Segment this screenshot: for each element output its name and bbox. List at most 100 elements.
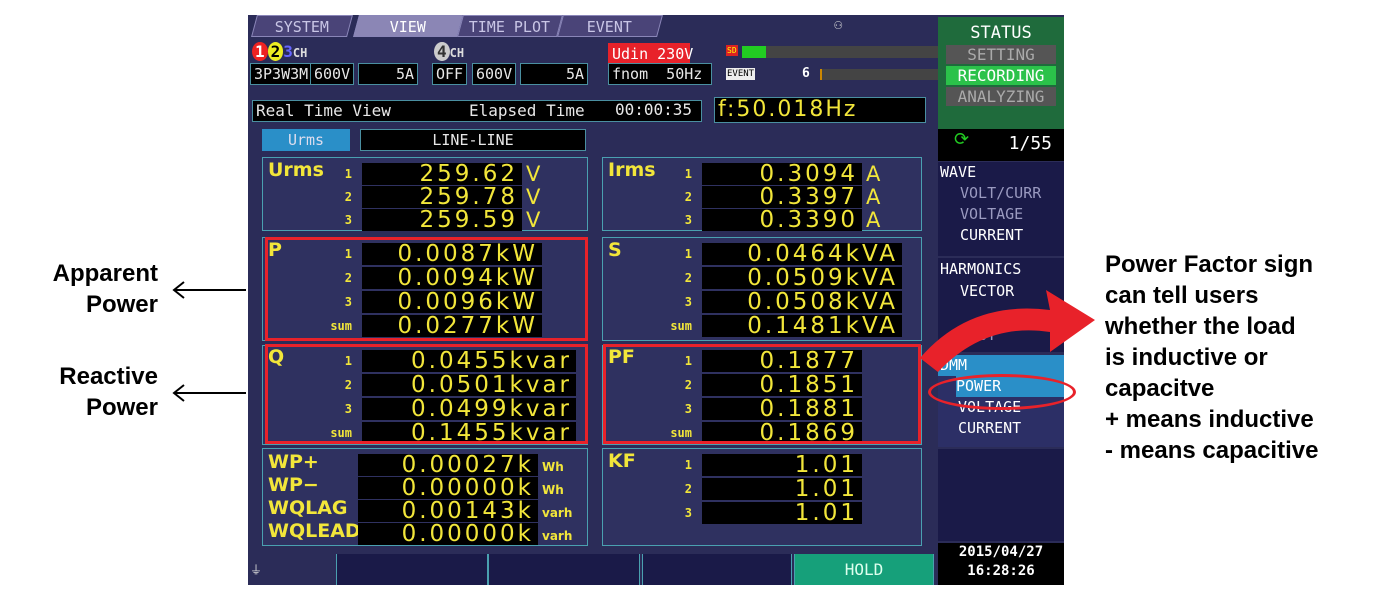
annotation-line: Power: [85, 291, 158, 318]
energy-unit: varh: [542, 529, 573, 543]
sidebar-item-current[interactable]: CURRENT: [940, 225, 1064, 246]
hold-button[interactable]: HOLD: [794, 554, 934, 585]
annotation-line: capacitve: [1105, 375, 1215, 402]
phase-label: 2: [684, 482, 692, 496]
phase-label: 1: [684, 458, 692, 472]
sd-card-icon: SD: [726, 45, 738, 56]
fnom-value[interactable]: fnom 50Hz: [608, 63, 712, 85]
annotation-line: Reactive: [59, 363, 158, 390]
value-cell: 0.1481kVA: [702, 315, 902, 338]
sidebar-item-voltage[interactable]: VOLTAGE: [940, 204, 1064, 225]
function-key-3[interactable]: [642, 554, 792, 585]
phase-label: 2: [684, 271, 692, 285]
s-label: S: [608, 239, 622, 261]
tab-system[interactable]: SYSTEM: [251, 15, 353, 37]
ch4-wiring[interactable]: OFF: [432, 63, 468, 85]
highlight-q-box: [265, 344, 588, 444]
datetime: 2015/04/27 16:28:26: [938, 543, 1064, 585]
wave-heading: WAVE: [940, 163, 977, 181]
phase-label: 2: [344, 190, 352, 204]
ch123-voltage-range[interactable]: 600V: [310, 63, 355, 85]
value-cell: 0.0509kVA: [702, 267, 902, 290]
value-cell: 1.01: [702, 478, 862, 501]
value-cell: 0.3390: [702, 209, 862, 232]
event-count: 6: [802, 66, 810, 81]
energy-value: 0.00000k: [358, 477, 538, 500]
phase-label: 1: [684, 247, 692, 261]
irms-label: Irms: [608, 159, 656, 181]
apparent-power-annotation: Apparent Power: [30, 258, 158, 320]
status-panel: STATUS SETTING RECORDING ANALYZING: [938, 17, 1064, 129]
function-key-1[interactable]: [336, 554, 488, 585]
energy-label: WP−: [268, 474, 319, 496]
phase-label: 3: [684, 213, 692, 227]
energy-value: 0.00000k: [358, 523, 538, 546]
udin-value[interactable]: Udin 230V: [608, 43, 693, 65]
sd-usage-bar: [742, 46, 938, 58]
urms-button[interactable]: Urms: [262, 129, 350, 151]
power-plug-icon: ⏚: [250, 563, 263, 577]
phase-label: 1: [684, 167, 692, 181]
ch123-current-range[interactable]: 5A: [358, 63, 418, 85]
connection-mode[interactable]: LINE-LINE: [360, 129, 586, 151]
energy-value: 0.00143k: [358, 500, 538, 523]
annotation-line: Power: [85, 394, 158, 421]
phase-label: 2: [684, 190, 692, 204]
tab-event[interactable]: EVENT: [557, 15, 663, 37]
event-badge: EVENT: [726, 68, 756, 80]
sidebar-empty: [938, 449, 1064, 541]
elapsed-time: 00:00:35: [615, 100, 693, 119]
tab-view[interactable]: VIEW: [353, 15, 463, 37]
sidebar-item-dmm-current[interactable]: CURRENT: [938, 418, 1064, 439]
date: 2015/04/27: [958, 544, 1044, 560]
ch4-voltage-range[interactable]: 600V: [472, 63, 517, 85]
unit-label: V: [526, 208, 543, 232]
value-cell: 1.01: [702, 454, 862, 477]
phase-label: 1: [344, 167, 352, 181]
value-cell: 0.3094: [702, 163, 862, 186]
page-indicator[interactable]: ⟳ 1/55: [938, 129, 1064, 161]
annotation-line: whether the load: [1105, 313, 1296, 340]
sidebar-wave-group: WAVE VOLT/CURR VOLTAGE CURRENT: [938, 162, 1064, 256]
value-cell: 1.01: [702, 502, 862, 525]
energy-unit: Wh: [542, 483, 564, 497]
ch123-indicator: 1 2 3CH: [252, 42, 307, 61]
tab-time-plot[interactable]: TIME PLOT: [457, 15, 563, 37]
unit-label: V: [526, 185, 543, 209]
energy-value: 0.00027k: [358, 454, 538, 477]
status-analyzing[interactable]: ANALYZING: [946, 87, 1056, 106]
annotation-line: Apparent: [52, 260, 158, 287]
network-icon: ⚇: [834, 17, 843, 33]
status-recording[interactable]: RECORDING: [946, 66, 1056, 85]
phase-label: 3: [344, 213, 352, 227]
value-cell: 0.0464kVA: [702, 243, 902, 266]
energy-label: WP+: [268, 451, 319, 473]
reactive-power-annotation: Reactive Power: [30, 361, 158, 423]
curved-arrow-icon: [920, 290, 1095, 372]
power-factor-annotation: Power Factor sign can tell users whether t…: [1105, 249, 1318, 466]
phase-label: 3: [684, 295, 692, 309]
phase-label: 3: [684, 506, 692, 520]
annotation-line: is inductive or: [1105, 344, 1268, 371]
unit-label: A: [866, 185, 883, 209]
refresh-icon: ⟳: [954, 129, 970, 150]
arrow-left-icon: [172, 281, 246, 299]
annotation-line: can tell users: [1105, 282, 1259, 309]
status-setting[interactable]: SETTING: [946, 45, 1056, 64]
arrow-left-icon: [172, 384, 246, 402]
function-key-2[interactable]: [488, 554, 640, 585]
energy-label: WQLAG: [268, 497, 348, 519]
urms-label: Urms: [268, 159, 324, 181]
ch123-wiring[interactable]: 3P3W3M: [250, 63, 313, 85]
ch4-current-range[interactable]: 5A: [520, 63, 588, 85]
unit-label: A: [866, 162, 883, 186]
status-title: STATUS: [970, 23, 1032, 43]
sidebar-item-volt-curr[interactable]: VOLT/CURR: [940, 183, 1064, 204]
highlight-p-box: [265, 237, 588, 341]
energy-unit: Wh: [542, 460, 564, 474]
unit-label: V: [526, 162, 543, 186]
value-cell: 259.62: [362, 163, 522, 186]
value-cell: 0.3397: [702, 186, 862, 209]
event-bar: [820, 69, 938, 80]
kf-label: KF: [608, 450, 636, 472]
